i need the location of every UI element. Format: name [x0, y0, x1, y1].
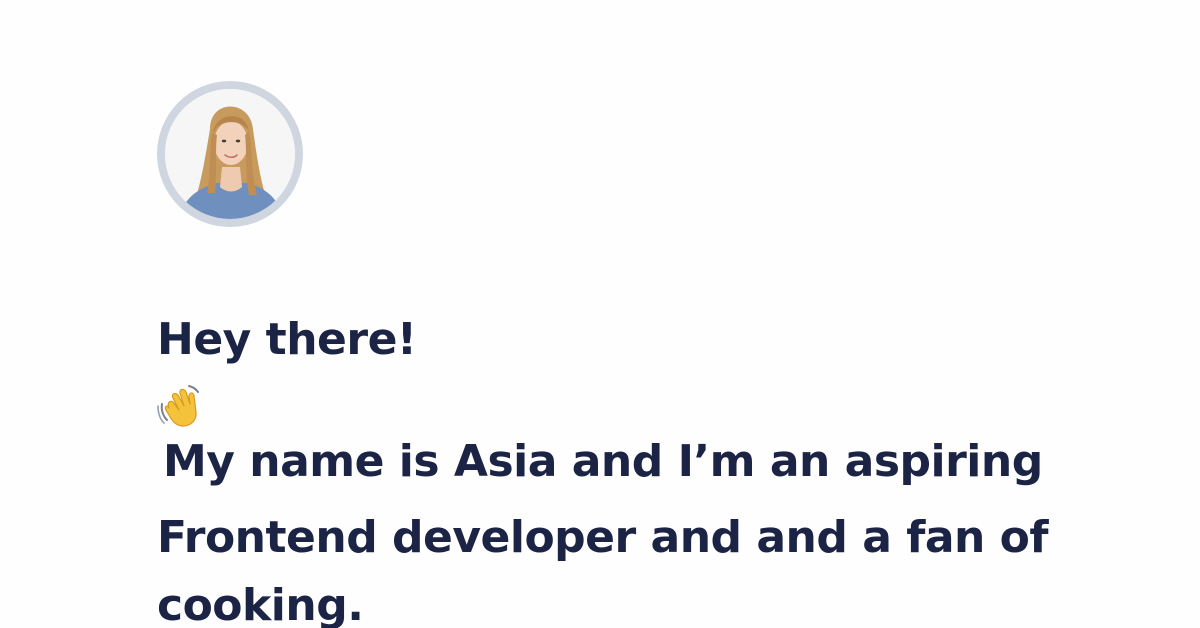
intro-greeting: Hey there!: [157, 314, 417, 365]
avatar: [157, 81, 303, 227]
page: Hey there! My name is Asia and I’m an as…: [0, 0, 1200, 628]
avatar-portrait-icon: [165, 89, 295, 219]
waving-hand-icon: [157, 382, 1117, 428]
intro-text: Hey there! My name is Asia and I’m an as…: [157, 306, 1117, 628]
intro-message: My name is Asia and I’m an aspiring Fron…: [157, 436, 1049, 628]
avatar-photo: [165, 89, 295, 219]
